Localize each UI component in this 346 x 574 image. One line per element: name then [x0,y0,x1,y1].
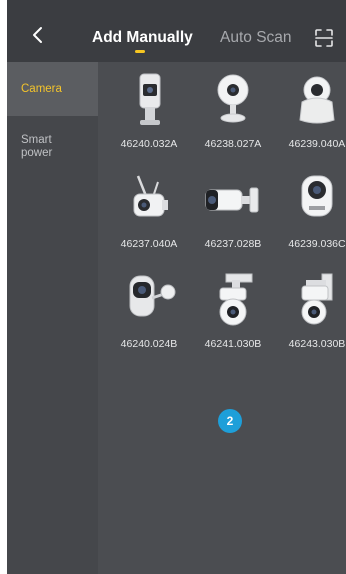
chevron-left-icon [33,27,42,43]
product-label: 46240.032A [120,138,178,150]
scan-icon [315,29,333,47]
tab-add-manually[interactable]: Add Manually [92,28,193,48]
product-item-46239-040a[interactable]: 46239.040A [276,72,346,162]
camera-46240-032a-icon [139,73,161,125]
product-label: 46239.036C [288,238,346,250]
product-label: 46243.030B [288,338,346,350]
product-item-46239-036c[interactable]: 46239.036C [276,172,346,262]
sidebar-item-camera[interactable]: Camera [7,62,98,116]
category-sidebar: Camera Smart power [7,62,98,574]
sidebar-item-label: Smart power [21,134,53,159]
product-label: 46240.024B [120,338,178,350]
camera-46239-040a-icon [299,76,335,124]
product-label: 46237.028B [204,238,262,250]
sidebar-item-label: Camera [21,82,62,95]
product-item-46237-040a[interactable]: 46237.040A [108,172,190,262]
camera-46243-030b-icon [301,273,333,325]
scan-qr-button[interactable] [311,25,337,51]
phone-screen: Add Manually Auto Scan Camera Smart power [7,0,346,574]
step-badge: 2 [218,409,242,433]
camera-46238-027a-icon [217,74,249,123]
tab-auto-scan[interactable]: Auto Scan [220,28,292,48]
sidebar-item-smart-power[interactable]: Smart power [7,134,98,160]
product-label: 46238.027A [204,138,262,150]
product-grid: 46240.032A 46238.027A 46239.040A 46237.0… [98,62,346,574]
product-item-46240-032a[interactable]: 46240.032A [108,72,190,162]
camera-46239-036c-icon [301,175,333,217]
camera-46237-028b-icon [205,187,259,213]
active-tab-indicator [135,50,145,53]
product-item-46243-030b[interactable]: 46243.030B [276,272,346,362]
camera-46241-030b-icon [219,273,253,326]
product-item-46240-024b[interactable]: 46240.024B [108,272,190,362]
product-item-46238-027a[interactable]: 46238.027A [192,72,274,162]
camera-46240-024b-icon [129,275,176,317]
camera-46237-040a-icon [133,175,168,217]
product-label: 46241.030B [204,338,262,350]
top-bar: Add Manually Auto Scan [7,0,346,62]
product-label: 46237.040A [120,238,178,250]
product-item-46241-030b[interactable]: 46241.030B [192,272,274,362]
back-button[interactable] [23,20,53,50]
product-label: 46239.040A [288,138,346,150]
product-item-46237-028b[interactable]: 46237.028B [192,172,274,262]
